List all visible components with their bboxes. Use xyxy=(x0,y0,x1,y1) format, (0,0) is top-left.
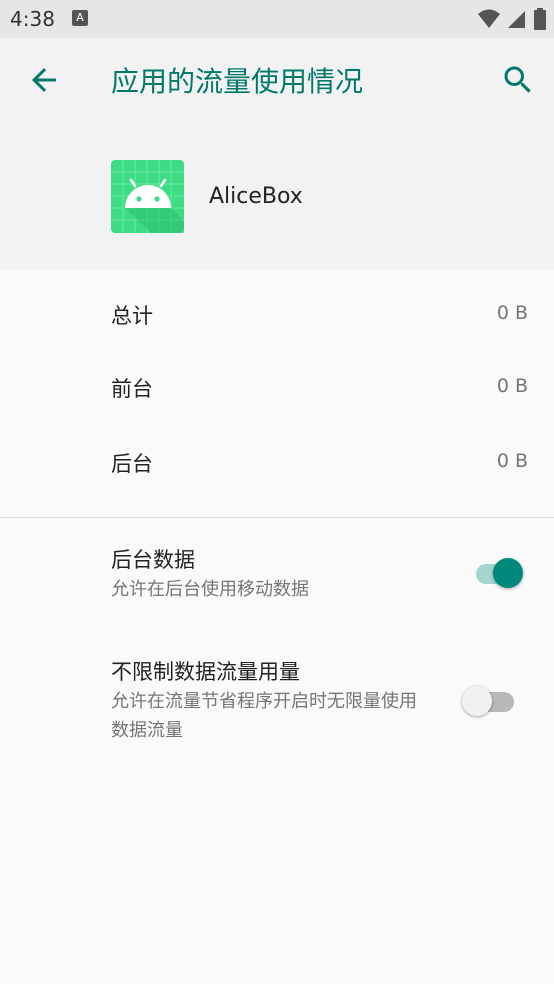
background-data-summary: 允许在后台使用移动数据 xyxy=(111,579,309,600)
wifi-icon xyxy=(478,9,500,28)
signal-icon xyxy=(508,11,525,28)
usage-foreground-label: 前台 xyxy=(111,377,153,401)
unrestricted-data-switch[interactable] xyxy=(460,680,516,720)
usage-foreground-value: 0 B xyxy=(496,375,528,397)
status-bar: 4:38 A xyxy=(0,0,554,38)
app-icon xyxy=(111,160,184,233)
status-time: 4:38 xyxy=(10,7,55,31)
usage-total-row: 总计 0 B xyxy=(0,284,554,344)
arrow-back-icon xyxy=(32,68,56,92)
usage-total-label: 总计 xyxy=(111,304,153,328)
search-icon xyxy=(504,66,531,93)
back-button[interactable] xyxy=(26,62,62,98)
toolbar: 应用的流量使用情况 xyxy=(0,38,554,122)
battery-icon xyxy=(534,8,546,30)
app-name: AliceBox xyxy=(209,184,303,209)
app-header: AliceBox xyxy=(0,122,554,270)
divider xyxy=(0,517,554,518)
usage-background-label: 后台 xyxy=(111,452,153,476)
switch-thumb xyxy=(493,558,523,588)
usage-total-value: 0 B xyxy=(496,302,528,324)
unrestricted-data-summary: 允许在流量节省程序开启时无限量使用数据流量 xyxy=(111,691,417,741)
status-icons xyxy=(478,8,546,30)
background-data-switch[interactable] xyxy=(472,552,528,592)
search-button[interactable] xyxy=(500,62,536,98)
android-icon xyxy=(111,160,184,233)
usage-foreground-row: 前台 0 B xyxy=(0,357,554,417)
usage-background-value: 0 B xyxy=(496,450,528,472)
unrestricted-data-pref[interactable]: 不限制数据流量用量 允许在流量节省程序开启时无限量使用数据流量 xyxy=(0,656,554,756)
usage-background-row: 后台 0 B xyxy=(0,432,554,492)
unrestricted-data-title: 不限制数据流量用量 xyxy=(111,660,300,684)
notification-icon: A xyxy=(72,10,88,26)
background-data-title: 后台数据 xyxy=(111,548,195,572)
switch-thumb xyxy=(462,686,492,716)
page-title: 应用的流量使用情况 xyxy=(111,65,364,98)
background-data-pref[interactable]: 后台数据 允许在后台使用移动数据 xyxy=(0,544,554,614)
